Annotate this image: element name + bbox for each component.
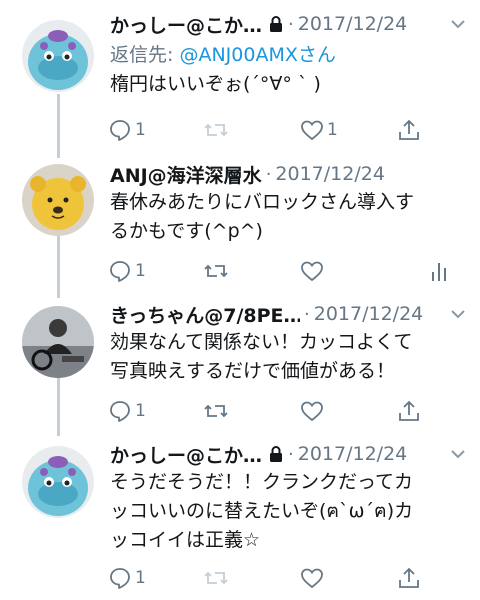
share-button[interactable] (398, 115, 420, 145)
reply-button[interactable]: 1 (108, 396, 146, 426)
retweet-button (203, 115, 229, 145)
tweet-text-line: そうだそうだ！！クランクだってカ (110, 471, 414, 493)
retweet-icon (203, 400, 229, 422)
like-count: 1 (327, 120, 338, 140)
avatar[interactable] (22, 446, 94, 518)
author-name[interactable]: かっしー@こか… (110, 11, 262, 38)
share-icon (398, 399, 420, 423)
heart-icon (300, 260, 324, 282)
tweet-actions: 1 (108, 396, 468, 426)
like-button[interactable] (300, 563, 324, 593)
heart-icon (300, 567, 324, 589)
tweet-actions: 1 (108, 563, 468, 593)
tweet-header: かっしー@こか… · 2017/12/24 (110, 10, 470, 38)
chevron-down-icon[interactable] (446, 12, 470, 36)
avatar[interactable] (22, 164, 94, 236)
heart-icon (300, 119, 324, 141)
reply-icon (108, 259, 132, 283)
tweet-text: そうだそうだ！！クランクだってカ ッコいいのに替えたいぞ(ฅ`ω´ฅ)カ ッコイ… (110, 468, 465, 555)
lock-icon (268, 15, 284, 33)
tweet-date[interactable]: 2017/12/24 (298, 13, 408, 35)
share-button[interactable] (398, 396, 420, 426)
retweet-button (203, 563, 229, 593)
retweet-icon (203, 260, 229, 282)
tweet-text: 春休みあたりにバロックさん導入す るかもです(^p^) (110, 188, 465, 246)
reply-icon (108, 118, 132, 142)
reply-button[interactable]: 1 (108, 256, 146, 286)
analytics-button[interactable] (430, 256, 448, 286)
reply-count: 1 (135, 120, 146, 140)
tweet-actions: 1 1 (108, 115, 468, 145)
tweet-text-line: るかもです(^p^) (110, 220, 263, 242)
avatar[interactable] (22, 20, 94, 92)
like-button[interactable] (300, 256, 324, 286)
author-name[interactable]: きっちゃん@7/8PE… (110, 301, 300, 328)
share-icon (398, 566, 420, 590)
retweet-button[interactable] (203, 256, 229, 286)
lock-icon (268, 445, 284, 463)
separator-dot: · (288, 443, 294, 465)
separator-dot: · (288, 13, 294, 35)
reply-to-handle[interactable]: @ANJ00AMXさん (179, 44, 335, 66)
reply-count: 1 (135, 568, 146, 588)
share-icon (398, 118, 420, 142)
tweet[interactable]: ANJ@海洋深層水 · 2017/12/24 春休みあたりにバロックさん導入す … (0, 160, 480, 300)
heart-icon (300, 400, 324, 422)
tweet-text-line: ッコいいのに替えたいぞ(ฅ`ω´ฅ)カ (110, 500, 414, 522)
share-button[interactable] (398, 563, 420, 593)
chevron-down-icon[interactable] (446, 302, 470, 326)
chevron-down-icon[interactable] (446, 442, 470, 466)
analytics-icon (430, 260, 448, 282)
tweet-text: 効果なんて関係ない！カッコよくて 写真映えするだけで価値がある！ (110, 328, 465, 386)
tweet[interactable]: かっしー@こか… · 2017/12/24 返信先: @ANJ00AMXさん 楕… (0, 10, 480, 150)
author-name[interactable]: かっしー@こか… (110, 441, 262, 468)
reply-count: 1 (135, 401, 146, 421)
reply-button[interactable]: 1 (108, 563, 146, 593)
tweet-text-line: 効果なんて関係ない！カッコよくて (110, 331, 413, 353)
avatar[interactable] (22, 306, 94, 378)
tweet-header: ANJ@海洋深層水 · 2017/12/24 (110, 160, 470, 188)
tweet-header: かっしー@こか… · 2017/12/24 (110, 440, 470, 468)
reply-to-label: 返信先: (110, 44, 180, 66)
tweet-date[interactable]: 2017/12/24 (314, 303, 424, 325)
like-button[interactable]: 1 (300, 115, 338, 145)
reply-count: 1 (135, 261, 146, 281)
tweet[interactable]: きっちゃん@7/8PE… · 2017/12/24 効果なんて関係ない！カッコよ… (0, 300, 480, 440)
separator-dot: · (304, 303, 310, 325)
reply-button[interactable]: 1 (108, 115, 146, 145)
retweet-icon (203, 567, 229, 589)
tweet-text-line: 写真映えするだけで価値がある！ (110, 360, 396, 382)
author-name[interactable]: ANJ@海洋深層水 (110, 161, 262, 188)
separator-dot: · (265, 163, 272, 185)
tweet-date[interactable]: 2017/12/24 (275, 163, 385, 185)
tweet-text-line: ッコイイは正義☆ (110, 529, 261, 551)
retweet-button[interactable] (203, 396, 229, 426)
tweet-date[interactable]: 2017/12/24 (298, 443, 408, 465)
tweet[interactable]: かっしー@こか… · 2017/12/24 そうだそうだ！！クランクだってカ ッ… (0, 440, 480, 600)
reply-icon (108, 566, 132, 590)
tweet-header: きっちゃん@7/8PE… · 2017/12/24 (110, 300, 470, 328)
retweet-icon (203, 119, 229, 141)
tweet-text: 楕円はいいぞぉ(´°∀° ` ) (110, 73, 321, 95)
like-button[interactable] (300, 396, 324, 426)
reply-icon (108, 399, 132, 423)
tweet-actions: 1 (108, 256, 468, 286)
reply-to: 返信先: @ANJ00AMXさん (110, 40, 336, 67)
tweet-text-line: 春休みあたりにバロックさん導入す (110, 191, 415, 213)
